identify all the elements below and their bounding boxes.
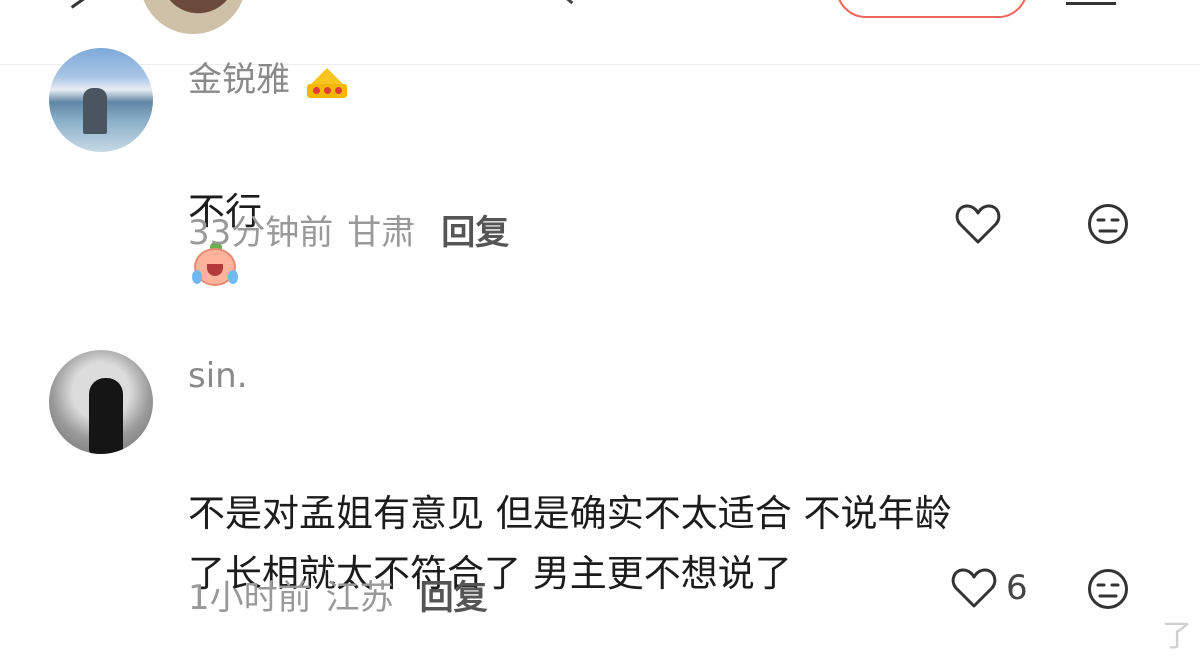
comment-meta: 1小时前 江苏 回复 — [188, 570, 488, 619]
heart-icon[interactable] — [955, 203, 1001, 245]
neutral-face-icon[interactable] — [1087, 568, 1129, 610]
comment-text: 不行 — [188, 122, 1148, 416]
comment-time: 1小时前 — [188, 578, 312, 618]
more-icon[interactable] — [1066, 0, 1116, 5]
comment-time: 33分钟前 — [188, 213, 334, 253]
watermark-text: 了 — [1162, 619, 1192, 654]
reply-button[interactable]: 回复 — [441, 213, 509, 253]
back-arrow-icon[interactable] — [62, 0, 88, 9]
neutral-face-icon[interactable] — [1087, 203, 1129, 245]
comment-location: 江苏 — [325, 578, 394, 618]
user-avatar[interactable] — [49, 350, 153, 454]
comment-meta: 33分钟前 甘肃 回复 — [188, 205, 509, 254]
user-avatar[interactable] — [49, 48, 153, 152]
author-avatar[interactable] — [140, 0, 246, 34]
heart-icon[interactable] — [951, 567, 997, 609]
top-header — [0, 0, 1200, 65]
follow-button[interactable] — [836, 0, 1028, 18]
like-count: 6 — [1006, 568, 1028, 608]
comment-username[interactable]: 金锐雅 — [188, 52, 349, 101]
comment-location: 甘肃 — [347, 213, 416, 253]
crown-icon — [305, 66, 349, 98]
header-fragment-icon — [563, 0, 583, 5]
username-text: 金锐雅 — [188, 60, 290, 100]
reply-button[interactable]: 回复 — [420, 578, 488, 618]
username-text: sin. — [188, 356, 248, 396]
comment-username[interactable]: sin. — [188, 356, 248, 396]
watermark: 了 — [1162, 611, 1192, 655]
